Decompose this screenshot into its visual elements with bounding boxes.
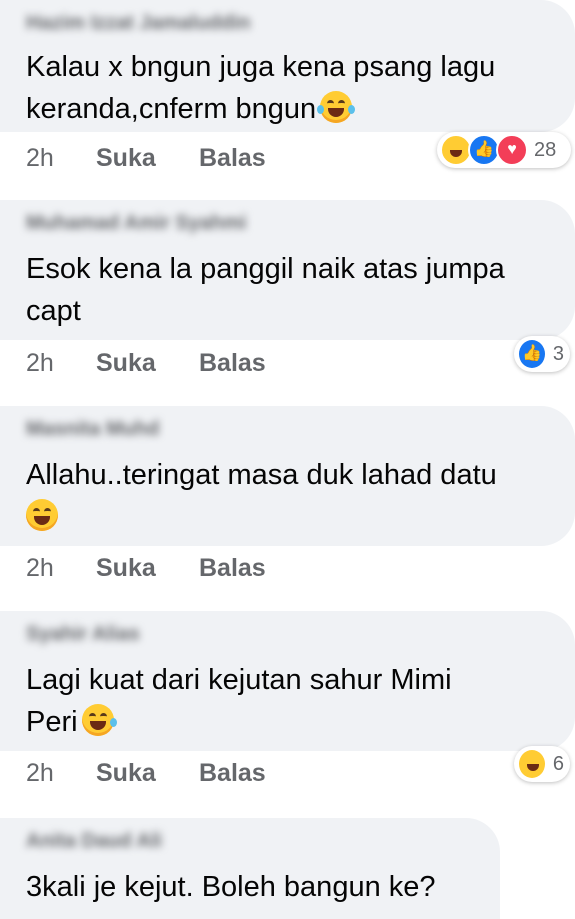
like-button[interactable]: Suka [96, 144, 156, 173]
comment-text: 3kali je kejut. Boleh bangun ke? [26, 871, 436, 903]
reaction-count: 6 [552, 752, 564, 775]
comment-bubble: Muhamad Amir Syahmi Esok kena la panggil… [0, 200, 575, 340]
reply-button[interactable]: Balas [199, 349, 266, 378]
haha-reaction-icon [517, 748, 547, 780]
comment-author[interactable]: Hazim Izzat Jamaluddin [26, 12, 251, 34]
love-reaction-icon: ♥ [496, 134, 528, 166]
like-button[interactable]: Suka [96, 349, 156, 378]
comment-timestamp[interactable]: 2h [26, 554, 54, 583]
comment-bubble: Masnita Muhd Allahu..teringat masa duk l… [0, 406, 575, 546]
like-button[interactable]: Suka [96, 554, 156, 583]
comment-bubble: Syahir Alias Lagi kuat dari kejutan sahu… [0, 611, 575, 751]
comment-bubble: Anita Daud Ali 3kali je kejut. Boleh ban… [0, 818, 500, 919]
reaction-summary[interactable]: 👍 3 [514, 336, 570, 372]
comment-timestamp[interactable]: 2h [26, 349, 54, 378]
comment-text: Kalau x bngun juga kena psang lagu keran… [26, 51, 496, 125]
comment-author[interactable]: Syahir Alias [26, 623, 140, 645]
rolling-laughing-emoji [81, 704, 117, 736]
reaction-summary[interactable]: 6 [514, 746, 570, 782]
reply-button[interactable]: Balas [199, 759, 266, 788]
like-reaction-icon: 👍 [517, 338, 547, 370]
reaction-count: 28 [534, 138, 557, 161]
comment-text: Esok kena la panggil naik atas jumpa cap… [26, 253, 505, 327]
tears-of-joy-emoji [317, 91, 356, 123]
comment-author[interactable]: Muhamad Amir Syahmi [26, 212, 246, 234]
like-button[interactable]: Suka [96, 759, 156, 788]
comment-text: Allahu..teringat masa duk lahad datu [26, 454, 497, 538]
comment-text: Lagi kuat dari kejutan sahur Mimi Peri [26, 664, 452, 738]
reply-button[interactable]: Balas [199, 554, 266, 583]
reply-button[interactable]: Balas [199, 144, 266, 173]
reaction-summary[interactable]: 👍 ♥ 28 [437, 132, 571, 168]
reaction-count: 3 [552, 342, 564, 365]
comment-timestamp[interactable]: 2h [26, 759, 54, 788]
comment-author[interactable]: Masnita Muhd [26, 418, 159, 440]
comment-bubble: Hazim Izzat Jamaluddin Kalau x bngun jug… [0, 0, 575, 132]
comment-author[interactable]: Anita Daud Ali [26, 830, 162, 852]
comment-timestamp[interactable]: 2h [26, 144, 54, 173]
grinning-sweat-emoji [26, 499, 58, 531]
